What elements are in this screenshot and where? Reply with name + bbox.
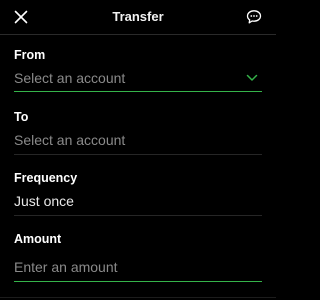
to-field[interactable]: To Select an account xyxy=(14,110,262,156)
app-header: Transfer xyxy=(0,0,276,35)
frequency-field[interactable]: Frequency Just once xyxy=(14,171,262,217)
to-underline xyxy=(14,154,262,155)
frequency-label: Frequency xyxy=(14,171,78,185)
amount-field[interactable]: Amount Enter an amount xyxy=(14,232,262,282)
chevron-down-icon[interactable] xyxy=(246,74,258,82)
to-account-select[interactable]: Select an account xyxy=(14,131,125,149)
amount-underline xyxy=(14,281,262,282)
chat-bubble-icon[interactable] xyxy=(246,9,262,25)
chat-button[interactable] xyxy=(245,8,263,26)
from-underline xyxy=(14,91,262,92)
from-label: From xyxy=(14,48,46,62)
to-label: To xyxy=(14,110,29,124)
amount-input[interactable]: Enter an amount xyxy=(14,258,118,276)
amount-label: Amount xyxy=(14,232,62,246)
page-title: Transfer xyxy=(112,9,164,24)
frequency-underline xyxy=(14,215,262,216)
bottom-divider xyxy=(0,297,276,298)
from-account-select[interactable]: Select an account xyxy=(14,69,125,87)
frequency-select[interactable]: Just once xyxy=(14,192,74,210)
from-field[interactable]: From Select an account xyxy=(14,48,262,94)
